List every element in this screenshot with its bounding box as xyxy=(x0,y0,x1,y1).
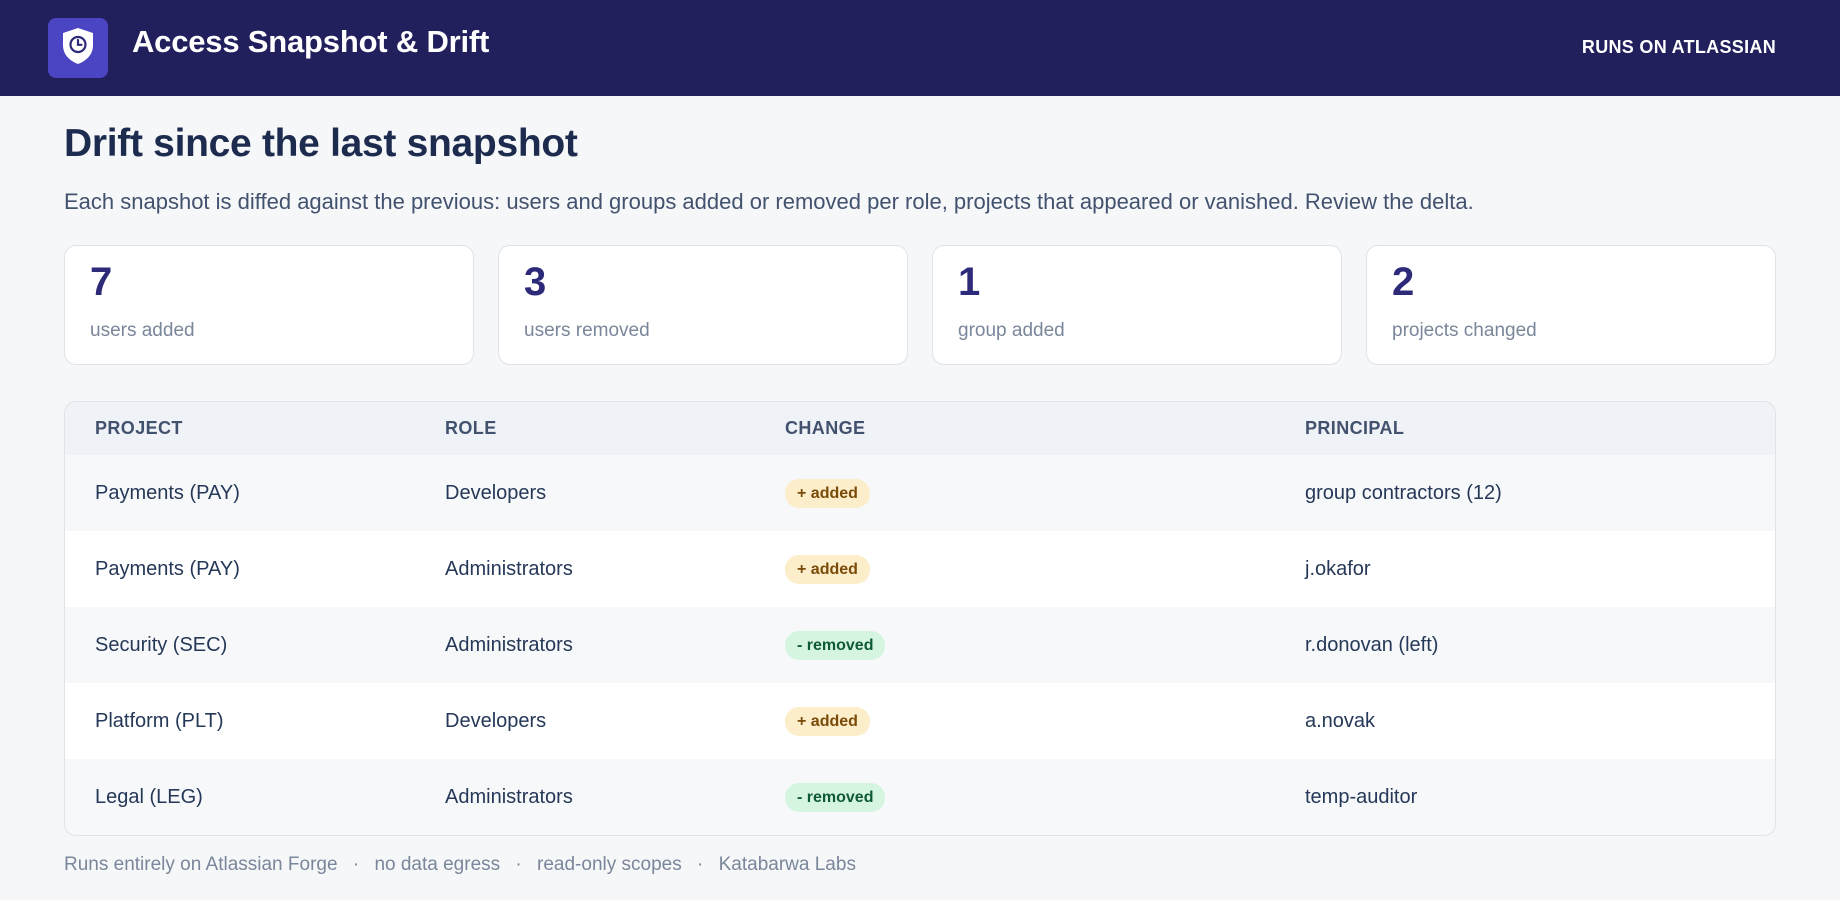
stat-label: users removed xyxy=(524,320,650,342)
main-content: Drift since the last snapshot Each snaps… xyxy=(0,96,1840,876)
stat-card-projects-changed: 2 projects changed xyxy=(1366,245,1776,366)
footer-separator: · xyxy=(515,854,522,876)
cell-project: Legal (LEG) xyxy=(95,785,203,808)
cell-role: Developers xyxy=(445,481,547,504)
footer-separator: · xyxy=(352,854,360,876)
stat-card-users-added: 7 users added xyxy=(64,245,474,366)
table-header: PROJECT ROLE CHANGE PRINCIPAL xyxy=(65,402,1775,456)
column-header-change: CHANGE xyxy=(785,418,866,439)
footer-item: read-only scopes xyxy=(537,854,682,876)
platform-badge: RUNS ON ATLASSIAN xyxy=(1581,36,1776,57)
table-row: Legal (LEG) Administrators - removed tem… xyxy=(65,759,1775,836)
top-bar: Access Snapshot & Drift RUNS ON ATLASSIA… xyxy=(0,0,1840,96)
cell-project: Security (SEC) xyxy=(95,633,228,656)
stat-label: group added xyxy=(958,320,1065,342)
table-row: Security (SEC) Administrators - removed … xyxy=(65,607,1775,684)
table-body: Payments (PAY) Developers + added group … xyxy=(65,455,1775,836)
column-header-role: ROLE xyxy=(445,418,497,439)
footer-item: Katabarwa Labs xyxy=(718,854,856,876)
footer: Runs entirely on Atlassian Forge · no da… xyxy=(64,854,1776,876)
change-badge-removed: - removed xyxy=(785,630,886,661)
stat-label: projects changed xyxy=(1392,320,1537,342)
change-badge-added: + added xyxy=(785,706,870,737)
page-title: Drift since the last snapshot xyxy=(64,122,578,165)
cell-role: Developers xyxy=(445,709,547,732)
footer-separator: · xyxy=(697,854,704,876)
drift-table: PROJECT ROLE CHANGE PRINCIPAL Payments (… xyxy=(64,401,1776,837)
cell-role: Administrators xyxy=(445,633,573,656)
cell-role: Administrators xyxy=(445,557,573,580)
stat-card-users-removed: 3 users removed xyxy=(498,245,908,366)
page-subtitle: Each snapshot is diffed against the prev… xyxy=(64,189,1474,214)
stat-value: 2 xyxy=(1392,260,1415,305)
change-badge-added: + added xyxy=(785,478,870,509)
shield-clock-icon xyxy=(61,27,95,70)
app-logo xyxy=(48,18,108,78)
table-row: Payments (PAY) Developers + added group … xyxy=(65,455,1775,532)
cell-role: Administrators xyxy=(445,785,573,808)
cell-project: Payments (PAY) xyxy=(95,557,240,580)
cell-principal: j.okafor xyxy=(1305,557,1371,580)
cell-principal: group contractors (12) xyxy=(1305,481,1502,504)
footer-item: Runs entirely on Atlassian Forge xyxy=(64,854,338,876)
stats-row: 7 users added 3 users removed 1 group ad… xyxy=(64,245,1776,366)
change-badge-added: + added xyxy=(785,554,870,585)
stat-label: users added xyxy=(90,320,195,342)
change-badge-removed: - removed xyxy=(785,782,886,813)
cell-project: Platform (PLT) xyxy=(95,709,224,732)
stat-card-group-added: 1 group added xyxy=(932,245,1342,366)
footer-item: no data egress xyxy=(374,854,501,876)
cell-principal: r.donovan (left) xyxy=(1305,633,1439,656)
stat-value: 7 xyxy=(90,260,113,305)
table-row: Payments (PAY) Administrators + added j.… xyxy=(65,531,1775,607)
table-row: Platform (PLT) Developers + added a.nova… xyxy=(65,683,1775,759)
app-title: Access Snapshot & Drift xyxy=(132,24,490,59)
column-header-project: PROJECT xyxy=(95,418,183,439)
column-header-principal: PRINCIPAL xyxy=(1305,418,1405,439)
cell-principal: a.novak xyxy=(1305,709,1376,732)
stat-value: 3 xyxy=(524,260,547,305)
cell-principal: temp-auditor xyxy=(1305,785,1418,808)
stat-value: 1 xyxy=(958,260,981,305)
cell-project: Payments (PAY) xyxy=(95,481,240,504)
